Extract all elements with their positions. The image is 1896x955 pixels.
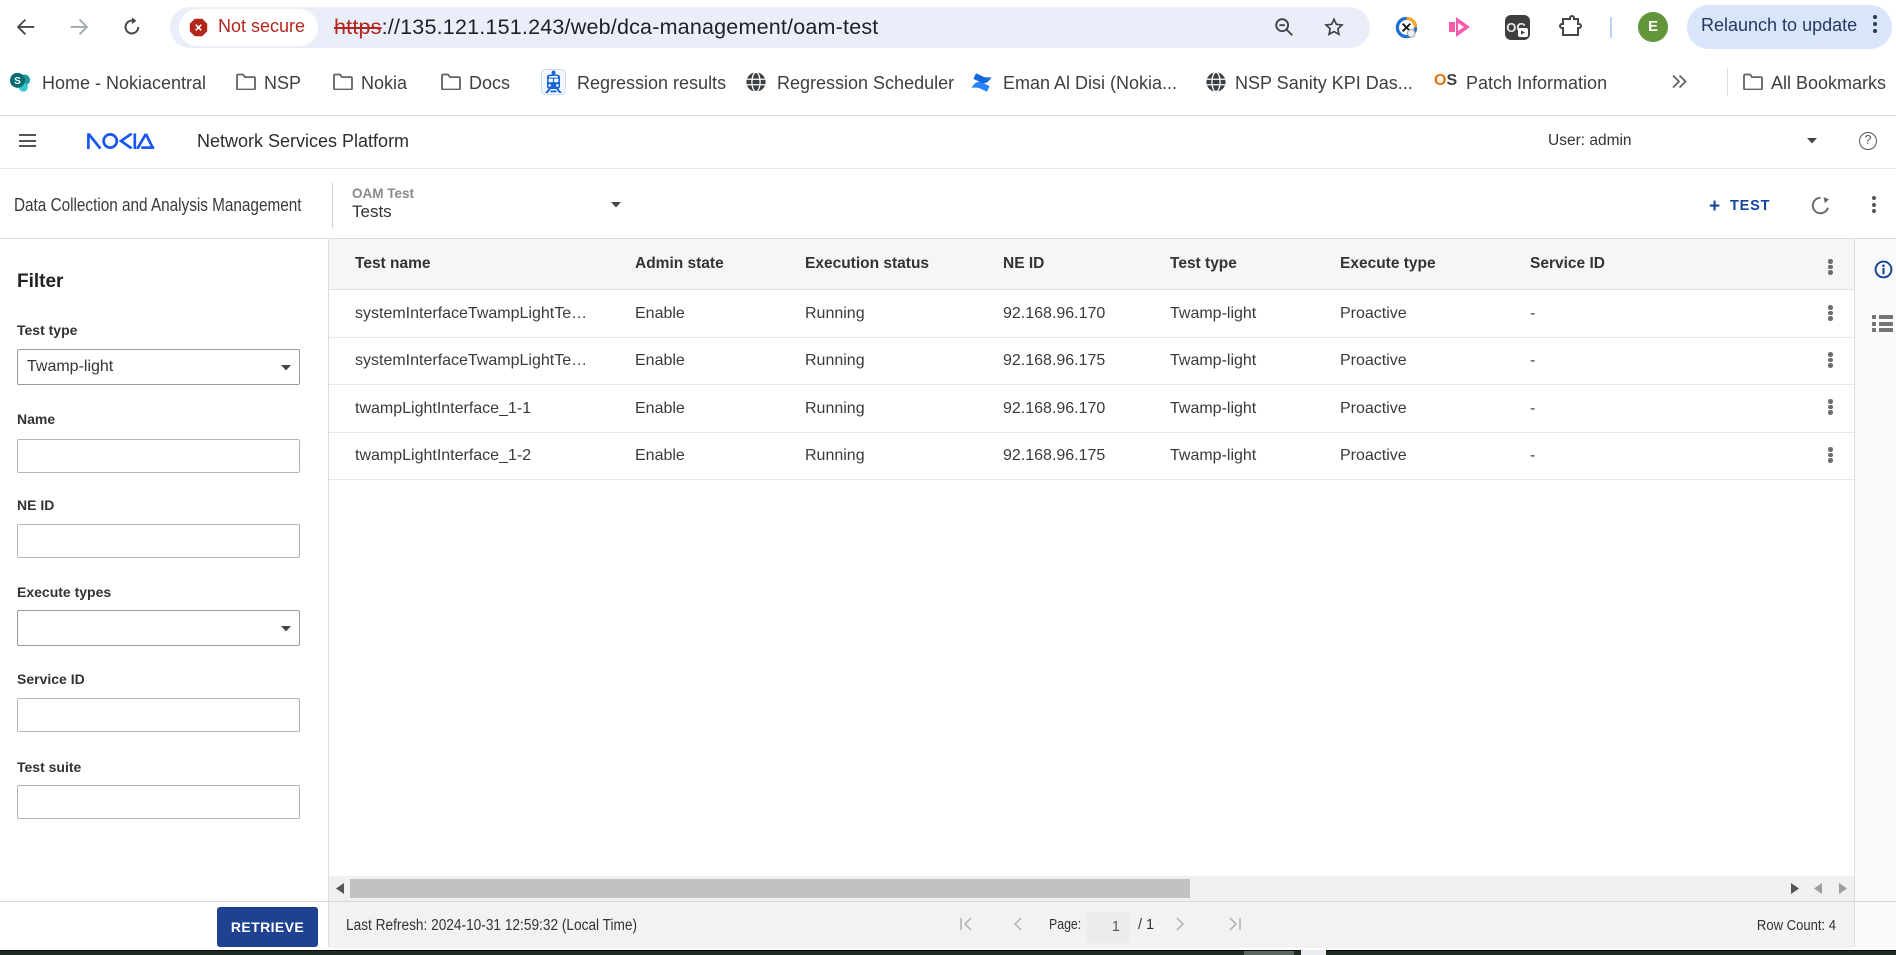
svg-text:S: S xyxy=(14,76,21,87)
